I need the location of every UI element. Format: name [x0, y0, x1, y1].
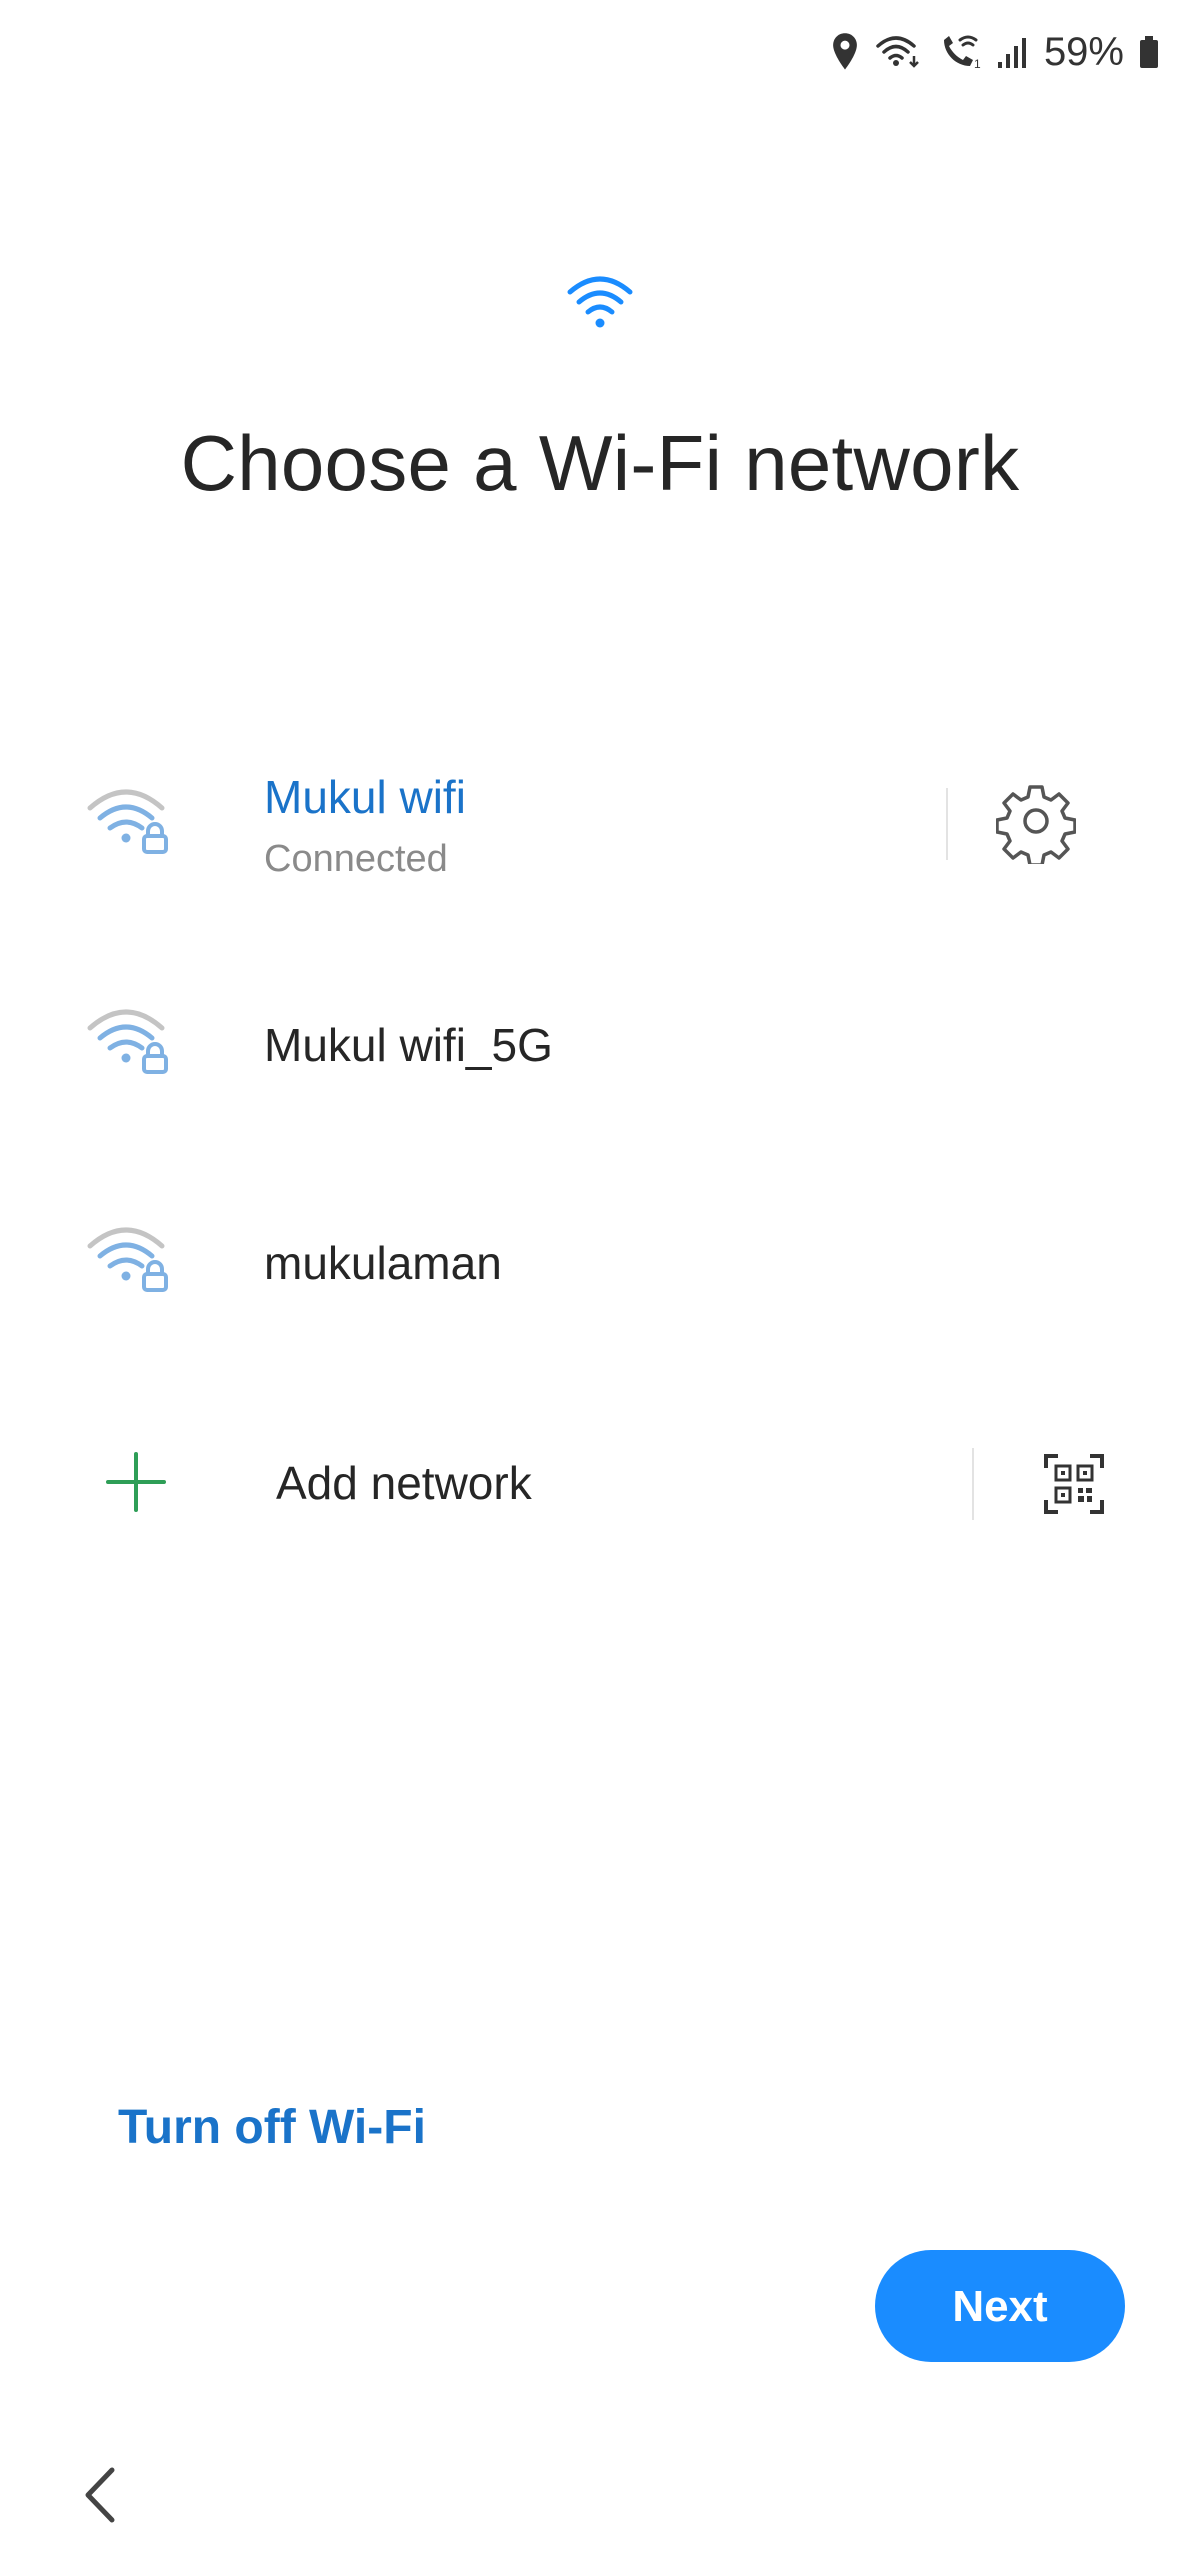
page-title: Choose a Wi-Fi network	[180, 419, 1020, 507]
wifi-lock-icon	[87, 1009, 168, 1074]
network-status: Connected	[264, 838, 448, 880]
wifi-lock-icon	[87, 1227, 168, 1292]
network-item[interactable]: Mukul wifi Connected	[0, 740, 1200, 920]
status-bar: 1 59%	[830, 24, 1160, 80]
next-button[interactable]: Next	[875, 2250, 1125, 2362]
wifi-calling-icon: 1	[943, 35, 981, 71]
plus-icon	[106, 1452, 166, 1512]
battery-icon	[1140, 36, 1158, 68]
signal-icon	[997, 38, 1026, 68]
add-network-label: Add network	[276, 1457, 532, 1509]
location-icon	[833, 33, 857, 70]
wifi-icon	[567, 276, 633, 328]
gear-icon[interactable]	[996, 784, 1076, 864]
chevron-left-icon[interactable]	[72, 2460, 132, 2530]
network-name: Mukul wifi_5G	[264, 1019, 553, 1071]
add-network-item[interactable]: Add network	[0, 1404, 1200, 1564]
turn-off-wifi-link[interactable]: Turn off Wi-Fi	[118, 2100, 426, 2155]
network-name: mukulaman	[264, 1237, 502, 1289]
divider	[972, 1448, 974, 1520]
divider	[946, 788, 948, 860]
qr-code-icon[interactable]	[1042, 1452, 1106, 1516]
battery-percentage: 59%	[1043, 29, 1124, 74]
network-item[interactable]: mukulaman	[0, 1178, 1200, 1338]
wifi-lock-icon	[87, 789, 168, 854]
wifi-icon	[876, 36, 919, 68]
svg-text:1: 1	[974, 57, 981, 71]
network-item[interactable]: Mukul wifi_5G	[0, 960, 1200, 1120]
network-name: Mukul wifi	[264, 771, 466, 823]
